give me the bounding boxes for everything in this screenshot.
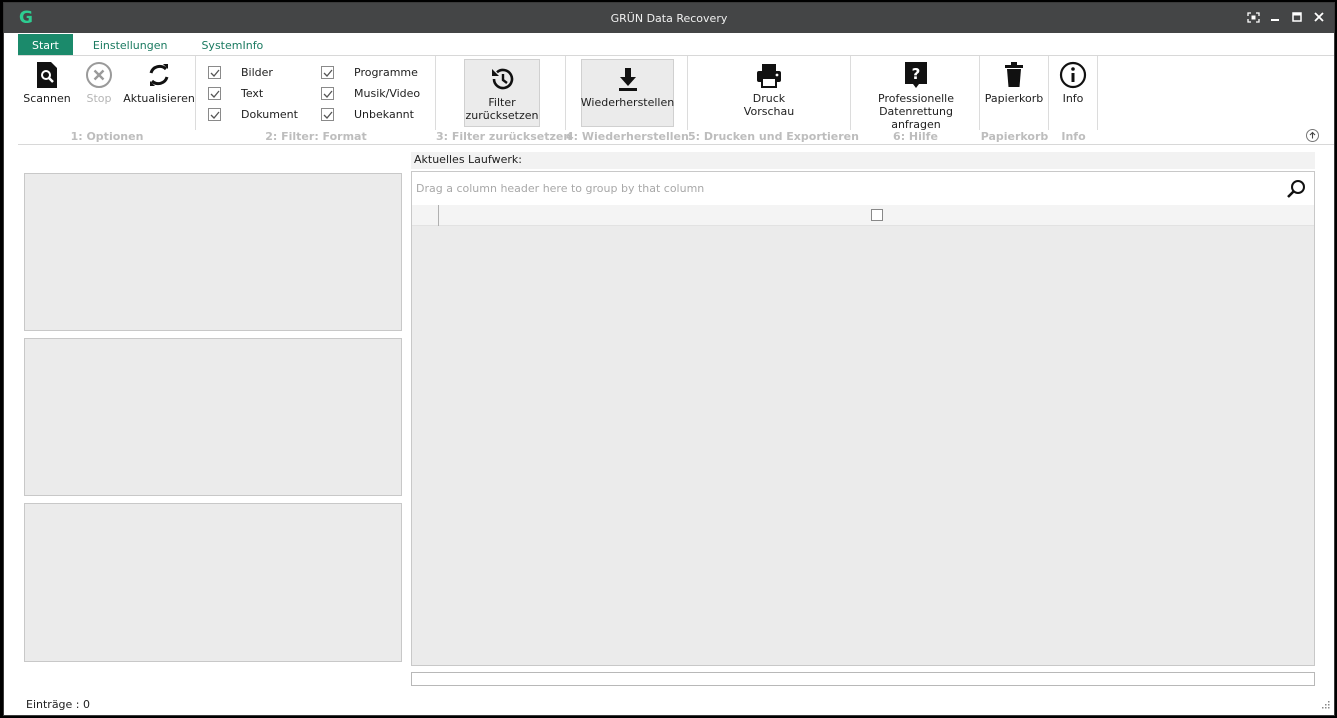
group-label-options: 1: Optionen	[70, 130, 144, 143]
download-icon	[616, 64, 640, 94]
app-window: G GRÜN Data Recovery Start Einstellungen…	[3, 2, 1335, 716]
window-title: GRÜN Data Recovery	[610, 12, 728, 25]
checkbox-checked-icon	[208, 87, 221, 100]
left-panel-1	[24, 173, 402, 331]
title-bar: G GRÜN Data Recovery	[4, 3, 1334, 33]
trash-button[interactable]: Papierkorb	[984, 60, 1044, 105]
checkbox-checked-icon	[321, 87, 334, 100]
filter-check-text[interactable]: Text	[208, 87, 263, 100]
professional-recovery-button[interactable]: ? Professionelle Datenrettung anfragen	[854, 60, 978, 131]
resize-grip-icon[interactable]	[1320, 699, 1330, 712]
scan-label: Scannen	[23, 92, 71, 105]
print-line1: Druck	[752, 92, 786, 105]
filter-label-text: Text	[241, 87, 264, 100]
left-panel-3	[24, 503, 402, 662]
help-line1: Professionelle	[878, 92, 954, 105]
group-label-filter-format: 2: Filter: Format	[265, 130, 367, 143]
group-label-trash: Papierkorb	[980, 130, 1049, 143]
group-by-hint: Drag a column header here to group by th…	[416, 182, 705, 195]
filter-check-musik-video[interactable]: Musik/Video	[321, 87, 420, 100]
stop-button[interactable]: Stop	[82, 60, 116, 105]
stop-label: Stop	[86, 92, 112, 105]
refresh-button[interactable]: Aktualisieren	[123, 60, 195, 105]
filter-reset-line2: zurücksetzen	[465, 109, 539, 122]
restore-label: Wiederherstellen	[580, 96, 675, 109]
progress-bar	[411, 672, 1315, 686]
group-by-panel[interactable]: Drag a column header here to group by th…	[412, 172, 1314, 205]
ribbon: 1: Optionen Scannen Stop Aktualisieren 2…	[18, 55, 1334, 145]
tab-systeminfo[interactable]: SystemInfo	[187, 34, 277, 56]
filter-label-musik-video: Musik/Video	[354, 87, 421, 100]
filter-check-programme[interactable]: Programme	[321, 66, 418, 79]
minimize-icon[interactable]	[1268, 9, 1282, 25]
current-drive-label: Aktuelles Laufwerk:	[411, 152, 1315, 169]
scan-button[interactable]: Scannen	[23, 60, 71, 105]
entries-count: Einträge : 0	[26, 698, 91, 711]
filter-label-programme: Programme	[354, 66, 418, 79]
help-line2: Datenrettung anfragen	[879, 105, 953, 131]
info-label: Info	[1062, 92, 1084, 105]
printer-icon	[755, 60, 783, 90]
info-button[interactable]: Info	[1054, 60, 1092, 105]
restore-button[interactable]: Wiederherstellen	[581, 59, 674, 127]
left-panel-2	[24, 338, 402, 496]
row-indicator-header	[412, 205, 439, 226]
tab-einstellungen[interactable]: Einstellungen	[79, 34, 182, 56]
group-label-restore: 4: Wiederherstellen	[566, 130, 689, 143]
select-all-checkbox[interactable]	[871, 209, 883, 221]
ribbon-tabs: Start Einstellungen SystemInfo	[18, 34, 283, 56]
filter-reset-button[interactable]: Filter zurücksetzen	[464, 59, 540, 127]
file-grid[interactable]: Drag a column header here to group by th…	[411, 171, 1315, 666]
checkbox-checked-icon	[208, 66, 221, 79]
print-line2: Vorschau	[743, 105, 795, 118]
column-header-row	[412, 205, 1314, 226]
filter-check-dokument[interactable]: Dokument	[208, 108, 298, 121]
filter-check-bilder[interactable]: Bilder	[208, 66, 273, 79]
checkbox-checked-icon	[208, 108, 221, 121]
trash-icon	[1003, 60, 1025, 90]
group-label-info: Info	[1061, 130, 1086, 143]
refresh-icon	[146, 60, 172, 90]
group-label-help: 6: Hilfe	[893, 130, 938, 143]
group-label-filter-reset: 3: Filter zurücksetzen	[436, 130, 572, 143]
fullscreen-icon[interactable]	[1246, 9, 1260, 25]
stop-icon	[85, 60, 113, 90]
info-icon	[1059, 60, 1087, 90]
refresh-label: Aktualisieren	[123, 92, 195, 105]
tab-start[interactable]: Start	[18, 34, 73, 56]
close-icon[interactable]	[1312, 9, 1326, 25]
maximize-icon[interactable]	[1290, 9, 1304, 25]
filter-reset-line1: Filter	[488, 96, 516, 109]
filter-check-unbekannt[interactable]: Unbekannt	[321, 108, 414, 121]
collapse-ribbon-icon[interactable]	[1306, 129, 1319, 142]
svg-text:?: ?	[912, 65, 921, 83]
checkbox-checked-icon	[321, 66, 334, 79]
checkbox-checked-icon	[321, 108, 334, 121]
history-icon	[488, 64, 516, 94]
trash-label: Papierkorb	[984, 92, 1044, 105]
group-label-print: 5: Drucken und Exportieren	[688, 130, 859, 143]
filter-label-unbekannt: Unbekannt	[354, 108, 414, 121]
print-preview-button[interactable]: Druck Vorschau	[729, 60, 809, 118]
help-icon: ?	[903, 60, 929, 90]
filter-label-dokument: Dokument	[241, 108, 298, 121]
scan-icon	[35, 60, 59, 90]
filter-label-bilder: Bilder	[241, 66, 273, 79]
